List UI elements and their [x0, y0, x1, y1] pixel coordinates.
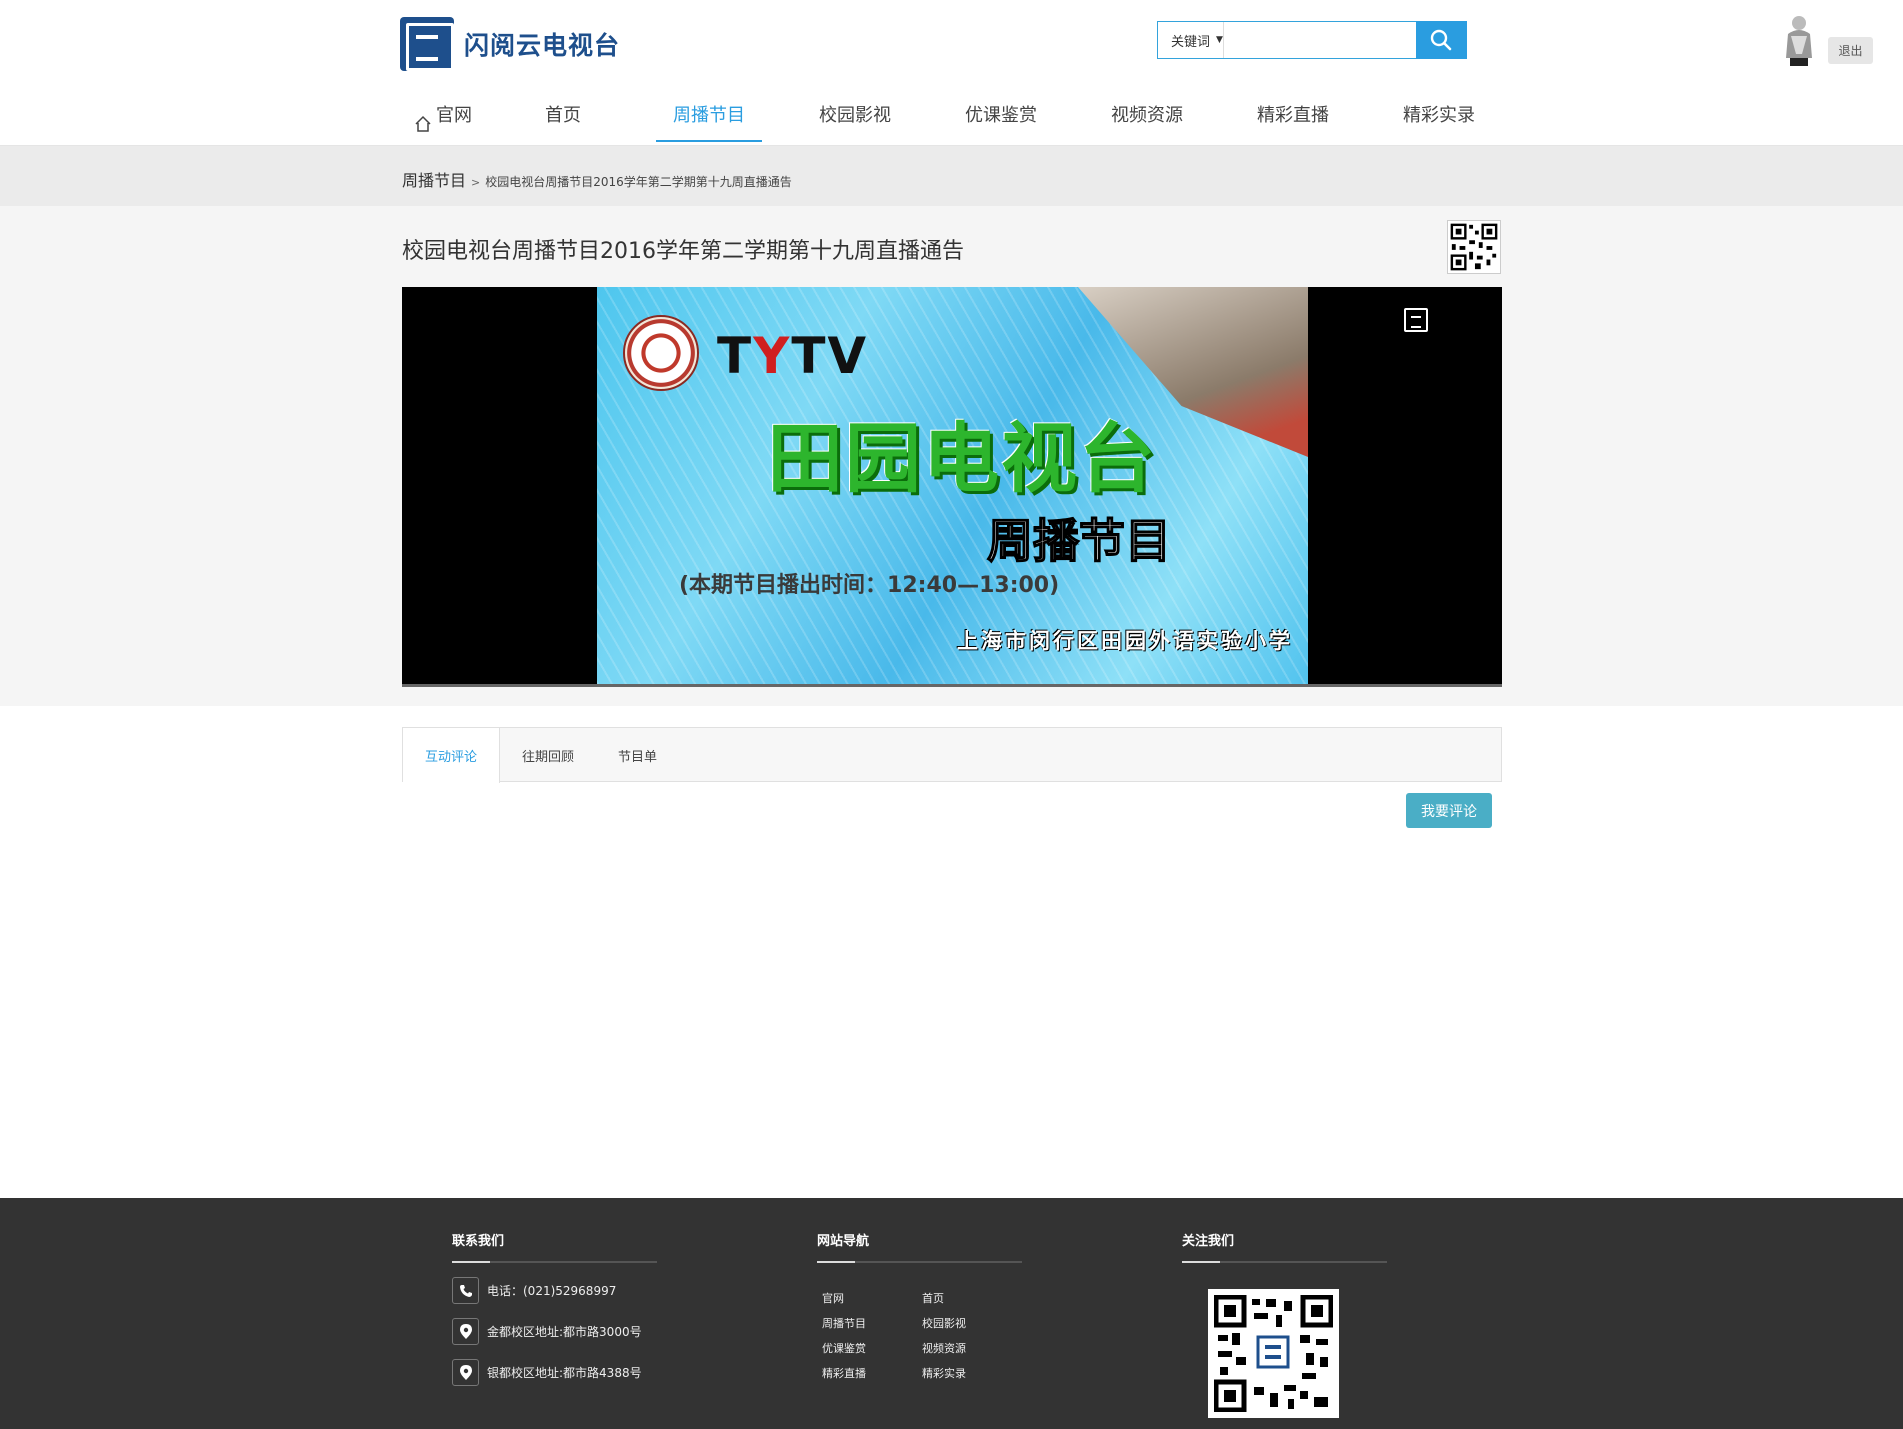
breadcrumb-separator: >	[471, 176, 481, 189]
contact-phone-text: 电话：(021)52968997	[487, 1284, 617, 1298]
nav-label: 官网	[436, 105, 472, 126]
page-title: 校园电视台周播节目2016学年第二学期第十九周直播通告	[402, 239, 964, 264]
footer-divider	[1182, 1261, 1387, 1263]
footer-link-quality-lessons[interactable]: 优课鉴赏	[822, 1340, 922, 1356]
logout-button[interactable]: 退出	[1828, 37, 1873, 64]
logo-text: 闪阅云电视台	[464, 31, 621, 60]
nav-item-video-resources[interactable]: 视频资源	[1074, 93, 1220, 146]
player-progress-bar[interactable]	[402, 684, 1502, 687]
footer-link-weekly[interactable]: 周播节目	[822, 1315, 922, 1331]
content-tabs: 互动评论 往期回顾 节目单	[402, 727, 1502, 783]
footer-site-nav: 网站导航 官网 首页 周播节目 校园影视 优课鉴赏 视频资源 精彩直播 精彩实录	[817, 1198, 1022, 1381]
location-icon	[452, 1318, 479, 1345]
frame-subtitle: 周播节目	[986, 513, 1172, 569]
user-avatar[interactable]	[1782, 14, 1816, 66]
frame-brand-y: Y	[753, 327, 792, 385]
footer-link-official[interactable]: 官网	[822, 1290, 922, 1306]
footer-link-recordings[interactable]: 精彩实录	[922, 1365, 1022, 1381]
nav-item-campus-film[interactable]: 校园影视	[782, 93, 928, 146]
footer-contact: 联系我们 电话：(021)52968997 金都校区地址:都市路3000号 银都…	[452, 1198, 657, 1386]
breadcrumb-root[interactable]: 周播节目	[402, 167, 466, 191]
location-icon	[452, 1359, 479, 1386]
nav-item-live[interactable]: 精彩直播	[1220, 93, 1366, 146]
site-footer: 联系我们 电话：(021)52968997 金都校区地址:都市路3000号 银都…	[0, 1198, 1903, 1429]
contact-address-2: 银都校区地址:都市路4388号	[452, 1359, 657, 1386]
site-header: 闪阅云电视台 关键词 ▼ 退出 官网 首页 周播节目 校园影视 优课鉴赏 视频资…	[0, 0, 1903, 146]
frame-school-name: 上海市闵行区田园外语实验小学	[957, 629, 1293, 653]
qr-code-icon[interactable]	[1447, 220, 1501, 274]
contact-phone: 电话：(021)52968997	[452, 1277, 657, 1304]
main-nav: 官网 首页 周播节目 校园影视 优课鉴赏 视频资源 精彩直播 精彩实录	[400, 93, 1512, 146]
footer-qr-code	[1208, 1289, 1339, 1418]
footer-link-video-resources[interactable]: 视频资源	[922, 1340, 1022, 1356]
frame-brand: TYTV	[717, 327, 868, 385]
frame-brand-t: T	[717, 327, 754, 385]
nav-item-quality-lessons[interactable]: 优课鉴赏	[928, 93, 1074, 146]
nav-item-official[interactable]: 官网	[400, 93, 490, 146]
footer-link-home[interactable]: 首页	[922, 1290, 1022, 1306]
search-bar: 关键词 ▼	[1157, 21, 1467, 59]
search-type-label: 关键词	[1171, 34, 1211, 50]
footer-follow: 关注我们	[1182, 1198, 1387, 1418]
frame-airtime: (本期节目播出时间：12:40—13:00)	[679, 573, 1060, 598]
write-comment-button[interactable]: 我要评论	[1406, 793, 1492, 828]
contact-address-2-text: 银都校区地址:都市路4388号	[487, 1366, 642, 1380]
footer-link-live[interactable]: 精彩直播	[822, 1365, 922, 1381]
footer-follow-title: 关注我们	[1182, 1234, 1235, 1249]
nav-item-home[interactable]: 首页	[490, 93, 636, 146]
dropdown-caret-icon: ▼	[1216, 35, 1223, 45]
nav-item-recordings[interactable]: 精彩实录	[1366, 93, 1512, 146]
footer-divider	[452, 1261, 657, 1263]
video-player[interactable]: TYTV 田园电视台 周播节目 (本期节目播出时间：12:40—13:00) 上…	[402, 287, 1502, 686]
frame-headline: 田园电视台	[767, 414, 1157, 503]
qr-code-icon	[1213, 1294, 1334, 1413]
site-logo[interactable]: 闪阅云电视台	[400, 17, 620, 71]
search-button[interactable]	[1415, 21, 1467, 59]
tab-comments[interactable]: 互动评论	[403, 728, 501, 783]
footer-nav-title: 网站导航	[817, 1234, 870, 1249]
nav-item-weekly[interactable]: 周播节目	[636, 93, 782, 146]
video-frame: TYTV 田园电视台 周播节目 (本期节目播出时间：12:40—13:00) 上…	[597, 287, 1308, 684]
contact-address-1-text: 金都校区地址:都市路3000号	[487, 1325, 642, 1339]
contact-address-1: 金都校区地址:都市路3000号	[452, 1318, 657, 1345]
logo-icon	[400, 17, 454, 71]
search-type-select[interactable]: 关键词 ▼	[1158, 22, 1224, 58]
footer-link-campus-film[interactable]: 校园影视	[922, 1315, 1022, 1331]
breadcrumb-current: 校园电视台周播节目2016学年第二学期第十九周直播通告	[485, 175, 792, 189]
school-emblem-icon	[623, 315, 699, 391]
phone-icon	[452, 1277, 479, 1304]
breadcrumb: 周播节目 > 校园电视台周播节目2016学年第二学期第十九周直播通告	[402, 167, 792, 191]
frame-brand-tv: TV	[791, 327, 869, 385]
breadcrumb-bar: 周播节目 > 校园电视台周播节目2016学年第二学期第十九周直播通告	[0, 146, 1903, 206]
footer-divider	[817, 1261, 1022, 1263]
tab-program-list[interactable]: 节目单	[596, 728, 679, 782]
player-watermark-icon	[1404, 308, 1428, 332]
tab-past-episodes[interactable]: 往期回顾	[500, 728, 596, 782]
search-input[interactable]	[1223, 22, 1416, 58]
footer-contact-title: 联系我们	[452, 1234, 505, 1249]
search-icon	[1431, 29, 1452, 51]
footer-nav-links: 官网 首页 周播节目 校园影视 优课鉴赏 视频资源 精彩直播 精彩实录	[822, 1290, 1022, 1381]
home-icon	[414, 101, 432, 146]
